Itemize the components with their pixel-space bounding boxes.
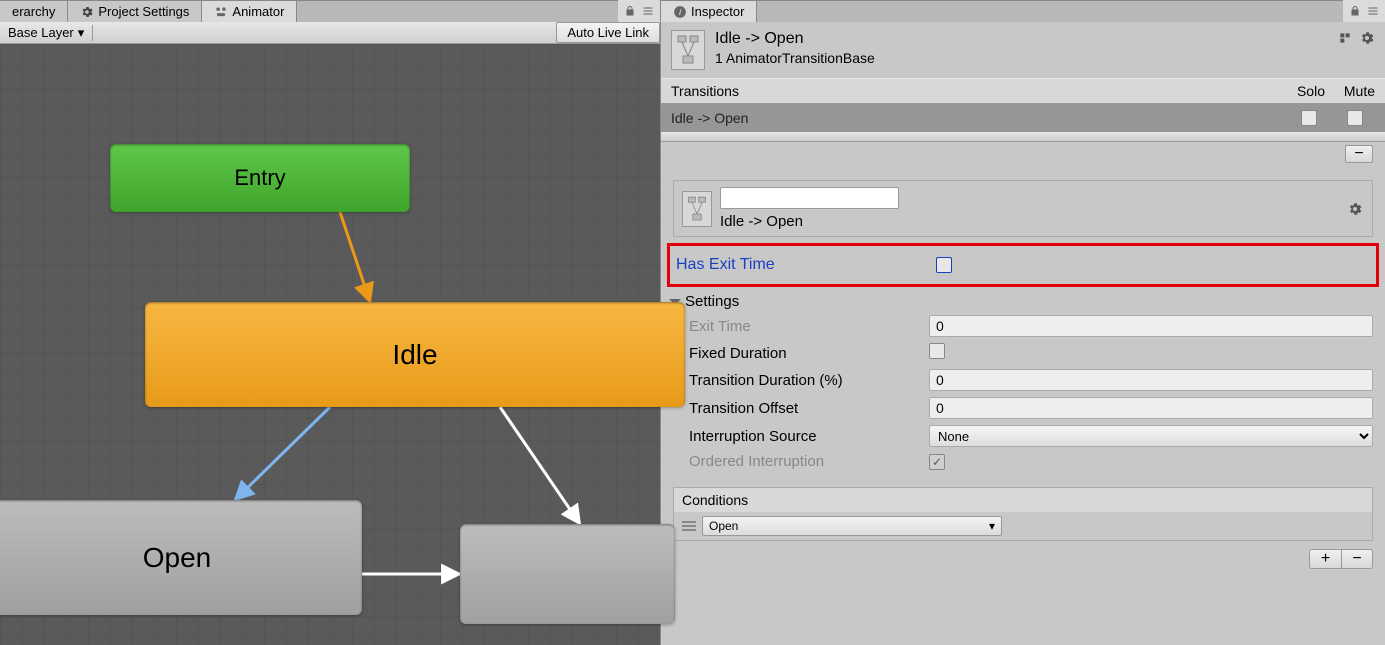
gear-icon[interactable]: [1347, 201, 1363, 217]
remove-transition-button[interactable]: −: [1345, 145, 1373, 163]
exit-time-label: Exit Time: [689, 318, 929, 335]
transition-row-label: Idle -> Open: [671, 110, 748, 126]
interruption-source-select[interactable]: None: [929, 425, 1373, 447]
col-solo: Solo: [1297, 83, 1325, 99]
solo-checkbox[interactable]: [1301, 110, 1317, 126]
add-condition-button[interactable]: +: [1309, 549, 1341, 569]
fixed-duration-checkbox[interactable]: [929, 343, 945, 359]
interruption-source-label: Interruption Source: [689, 428, 929, 445]
transition-offset-label: Transition Offset: [689, 400, 929, 417]
dropdown-icon: ▾: [78, 25, 85, 41]
tab-animator[interactable]: Animator: [202, 0, 297, 22]
transition-offset-row: Transition Offset: [661, 394, 1385, 422]
svg-text:i: i: [679, 7, 681, 16]
transition-duration-row: Transition Duration (%): [661, 366, 1385, 394]
inspector-header: Idle -> Open 1 AnimatorTransitionBase: [661, 22, 1385, 78]
tab-inspector[interactable]: i Inspector: [661, 0, 757, 22]
remove-condition-button[interactable]: −: [1341, 549, 1373, 569]
transitions-header-row: Transitions Solo Mute: [661, 78, 1385, 104]
gear-icon[interactable]: [1359, 30, 1375, 46]
lock-icon[interactable]: [1349, 5, 1361, 17]
inspector-title: Idle -> Open: [715, 30, 875, 48]
inspector-body: Idle -> Open 1 AnimatorTransitionBase Tr…: [661, 22, 1385, 573]
has-exit-time-label: Has Exit Time: [676, 256, 936, 274]
node-entry[interactable]: Entry: [110, 144, 410, 212]
condition-parameter-select[interactable]: Open ▾: [702, 516, 1002, 536]
exit-time-input[interactable]: [929, 315, 1373, 337]
mute-checkbox[interactable]: [1347, 110, 1363, 126]
animator-canvas[interactable]: Entry Idle Open: [0, 44, 660, 645]
preset-icon[interactable]: [1337, 30, 1353, 46]
animator-panel: erarchy Project Settings Animator Base L…: [0, 0, 660, 645]
ordered-interruption-label: Ordered Interruption: [689, 453, 929, 470]
transition-icon: [682, 191, 712, 227]
dropdown-icon: ▾: [989, 519, 995, 533]
conditions-footer: + −: [661, 545, 1385, 573]
inspector-panel: i Inspector Idle -> Open 1 AnimatorTrans…: [660, 0, 1385, 645]
info-icon: i: [673, 5, 687, 19]
list-resizer[interactable]: [661, 132, 1385, 142]
fixed-duration-row: Fixed Duration: [661, 340, 1385, 366]
has-exit-time-checkbox[interactable]: [936, 257, 952, 273]
has-exit-time-highlight: Has Exit Time: [667, 243, 1379, 287]
transitions-header: Transitions: [671, 83, 739, 99]
drag-handle-icon[interactable]: [682, 521, 696, 531]
transition-duration-input[interactable]: [929, 369, 1373, 391]
interruption-source-row: Interruption Source None: [661, 422, 1385, 450]
node-idle[interactable]: Idle: [145, 302, 685, 407]
lock-icon[interactable]: [624, 5, 636, 17]
right-tab-bar: i Inspector: [661, 0, 1385, 22]
transition-name-input[interactable]: [720, 187, 899, 209]
transition-duration-label: Transition Duration (%): [689, 372, 929, 389]
ordered-interruption-row: Ordered Interruption: [661, 450, 1385, 473]
transition-name-sub: Idle -> Open: [720, 213, 1338, 230]
node-open[interactable]: Open: [0, 500, 362, 615]
tab-controls-right: [1343, 0, 1385, 22]
conditions-header: Conditions: [674, 488, 1372, 512]
conditions-section: Conditions Open ▾: [673, 487, 1373, 541]
tab-hierarchy[interactable]: erarchy: [0, 0, 68, 22]
inspector-subtitle: 1 AnimatorTransitionBase: [715, 50, 875, 66]
tab-project-settings[interactable]: Project Settings: [68, 0, 202, 22]
exit-time-row: Exit Time: [661, 312, 1385, 340]
menu-icon[interactable]: [642, 5, 654, 17]
gear-icon: [80, 5, 94, 19]
animator-toolbar: Base Layer ▾ Auto Live Link: [0, 22, 660, 44]
transition-list-row[interactable]: Idle -> Open: [661, 104, 1385, 132]
ordered-interruption-checkbox: [929, 454, 945, 470]
transition-name-box: Idle -> Open: [673, 180, 1373, 237]
tab-controls: [618, 0, 660, 22]
auto-live-link-button[interactable]: Auto Live Link: [556, 22, 660, 43]
layer-selector[interactable]: Base Layer ▾: [0, 25, 93, 41]
left-tab-bar: erarchy Project Settings Animator: [0, 0, 660, 22]
animator-icon: [214, 5, 228, 19]
col-mute: Mute: [1325, 83, 1375, 99]
node-blank[interactable]: [460, 524, 675, 624]
transition-icon: [671, 30, 705, 70]
menu-icon[interactable]: [1367, 5, 1379, 17]
transition-offset-input[interactable]: [929, 397, 1373, 419]
fixed-duration-label: Fixed Duration: [689, 345, 929, 362]
settings-foldout[interactable]: Settings: [661, 291, 1385, 312]
condition-row[interactable]: Open ▾: [674, 512, 1372, 540]
